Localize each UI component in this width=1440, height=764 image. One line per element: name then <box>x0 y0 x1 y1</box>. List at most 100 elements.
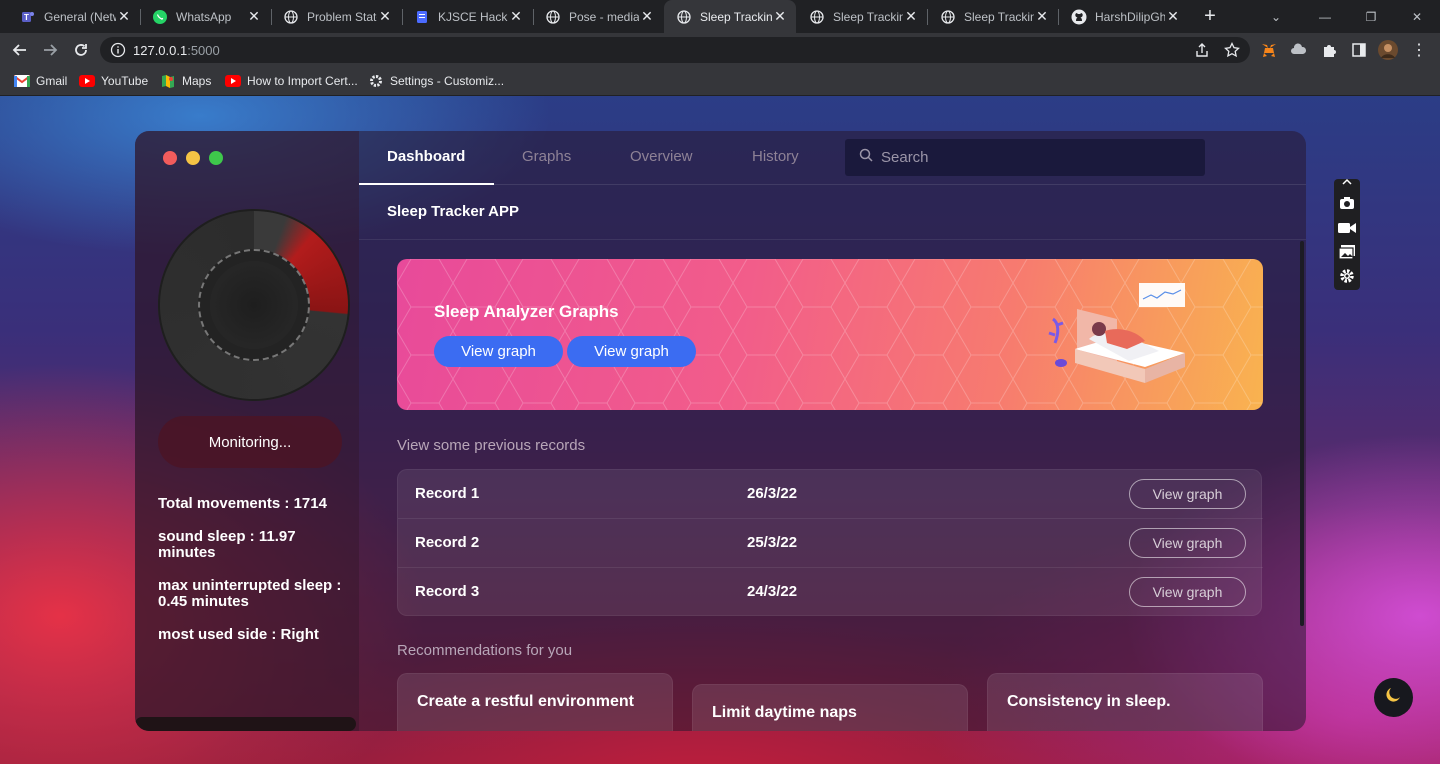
tab-strip: T General (Netw ✕ WhatsApp ✕ Problem Sta… <box>0 0 1440 33</box>
recommendation-card[interactable]: Create a restful environment <box>397 673 673 731</box>
teams-icon: T <box>20 9 36 25</box>
puzzle-icon[interactable] <box>1319 40 1339 60</box>
banner-title: Sleep Analyzer Graphs <box>434 302 619 321</box>
view-graph-button[interactable]: View graph <box>434 336 563 367</box>
sleeping-person-illustration <box>1048 283 1185 383</box>
close-window-icon[interactable]: ✕ <box>1394 0 1440 33</box>
browser-tab[interactable]: KJSCE Hack 6 ✕ <box>402 0 532 33</box>
camera-icon[interactable] <box>1338 194 1356 212</box>
bookmark-import-cert[interactable]: How to Import Cert... <box>225 72 358 90</box>
close-icon[interactable]: ✕ <box>903 8 919 25</box>
browser-tab-active[interactable]: Sleep Tracking ✕ <box>664 0 796 33</box>
close-dot[interactable] <box>163 151 177 165</box>
kebab-menu-icon[interactable]: ⋮ <box>1409 40 1429 60</box>
metamask-icon[interactable] <box>1259 40 1279 60</box>
top-nav: Dashboard Graphs Overview History <box>359 131 1306 185</box>
bookmark-label: Gmail <box>36 74 68 88</box>
browser-tab[interactable]: T General (Netw ✕ <box>8 0 140 33</box>
tab-title: Sleep Tracking <box>700 9 772 24</box>
capture-toolbar <box>1334 177 1360 290</box>
monitoring-button[interactable]: Monitoring... <box>158 416 342 468</box>
avatar[interactable] <box>1378 40 1398 60</box>
close-icon[interactable]: ✕ <box>772 8 788 25</box>
new-tab-button[interactable]: + <box>1198 4 1222 28</box>
record-view-graph-button[interactable]: View graph <box>1129 528 1246 558</box>
minimize-dot[interactable] <box>186 151 200 165</box>
bookmark-label: Settings - Customiz... <box>390 74 505 88</box>
recommendation-title: Create a restful environment <box>417 693 634 710</box>
video-icon[interactable] <box>1338 219 1356 237</box>
search-input[interactable] <box>881 149 1181 166</box>
chevron-down-icon[interactable]: ⌄ <box>1250 0 1302 33</box>
bookmark-settings[interactable]: Settings - Customiz... <box>368 72 504 90</box>
records-section-label: View some previous records <box>397 437 586 454</box>
close-icon[interactable]: ✕ <box>1034 8 1050 25</box>
tab-title: General (Netw <box>44 9 116 24</box>
close-icon[interactable]: ✕ <box>246 8 262 25</box>
browser-tab[interactable]: HarshDilipGh ✕ <box>1059 0 1189 33</box>
bookmark-youtube[interactable]: YouTube <box>79 72 148 90</box>
records-list: Record 1 26/3/22 View graph Record 2 25/… <box>397 469 1263 617</box>
browser-tab[interactable]: WhatsApp ✕ <box>140 0 270 33</box>
address-bar[interactable]: 127.0.0.1:5000 <box>100 37 1250 63</box>
record-row: Record 1 26/3/22 View graph <box>398 470 1263 519</box>
maximize-dot[interactable] <box>209 151 223 165</box>
record-view-graph-button[interactable]: View graph <box>1129 479 1246 509</box>
sidebar: Monitoring... Total movements : 1714 sou… <box>135 131 359 731</box>
main-scrollbar[interactable] <box>1300 241 1304 626</box>
browser-tab[interactable]: Sleep Tracking ✕ <box>797 0 927 33</box>
record-date: 26/3/22 <box>747 485 798 502</box>
tab-overview[interactable]: Overview <box>630 148 693 165</box>
search-icon <box>859 148 873 167</box>
globe-icon <box>545 9 561 25</box>
tab-title: WhatsApp <box>176 9 232 24</box>
search-box[interactable] <box>845 139 1205 176</box>
sleep-analyzer-banner: Sleep Analyzer Graphs View graph View gr… <box>397 259 1263 410</box>
dial-ring <box>198 249 310 361</box>
bookmark-label: Maps <box>182 74 212 88</box>
tab-dashboard[interactable]: Dashboard <box>387 148 465 165</box>
back-arrow-icon[interactable] <box>8 38 32 62</box>
browser-tab[interactable]: Pose - mediap ✕ <box>533 0 663 33</box>
sidepanel-icon[interactable] <box>1349 40 1369 60</box>
gear-icon[interactable] <box>1338 267 1356 285</box>
recommendation-card[interactable]: Limit daytime naps <box>692 684 968 731</box>
url-host: 127.0.0.1 <box>133 43 188 58</box>
close-icon[interactable]: ✕ <box>508 8 524 25</box>
close-icon[interactable]: ✕ <box>116 8 132 25</box>
reload-icon[interactable] <box>69 38 93 62</box>
dark-mode-toggle[interactable] <box>1374 678 1413 717</box>
recommendation-card[interactable]: Consistency in sleep. <box>987 673 1263 731</box>
tab-title: Pose - mediap <box>569 9 639 24</box>
bookmark-gmail[interactable]: Gmail <box>14 72 67 90</box>
extension-cloud-icon[interactable] <box>1289 40 1309 60</box>
sleep-monitor-dial <box>158 209 350 401</box>
tab-history[interactable]: History <box>752 148 799 165</box>
star-icon[interactable] <box>1224 41 1240 58</box>
dial-center <box>210 261 298 349</box>
tab-graphs[interactable]: Graphs <box>522 148 571 165</box>
recommendation-title: Consistency in sleep. <box>1007 693 1171 710</box>
bookmark-label: YouTube <box>101 74 149 88</box>
close-icon[interactable]: ✕ <box>377 8 393 25</box>
close-icon[interactable]: ✕ <box>639 8 655 25</box>
record-name: Record 2 <box>415 534 480 551</box>
gallery-icon[interactable] <box>1338 243 1356 261</box>
bookmark-maps[interactable]: Maps <box>160 72 211 90</box>
maps-icon <box>160 73 176 89</box>
record-name: Record 3 <box>415 583 480 600</box>
minimize-icon[interactable]: — <box>1302 0 1348 33</box>
drag-handle-icon[interactable] <box>1338 177 1356 187</box>
forward-arrow-icon[interactable] <box>38 38 62 62</box>
share-icon[interactable] <box>1194 42 1210 58</box>
record-row: Record 3 24/3/22 View graph <box>398 568 1263 617</box>
browser-tab[interactable]: Sleep Tracking ✕ <box>928 0 1058 33</box>
record-view-graph-button[interactable]: View graph <box>1129 577 1246 607</box>
close-icon[interactable]: ✕ <box>1165 8 1181 25</box>
github-icon <box>1071 9 1087 25</box>
browser-tab[interactable]: Problem State ✕ <box>271 0 401 33</box>
info-icon[interactable] <box>110 42 126 58</box>
view-graph-button[interactable]: View graph <box>567 336 696 367</box>
sidebar-scrollbar[interactable] <box>135 717 356 731</box>
restore-icon[interactable]: ❐ <box>1348 0 1394 33</box>
